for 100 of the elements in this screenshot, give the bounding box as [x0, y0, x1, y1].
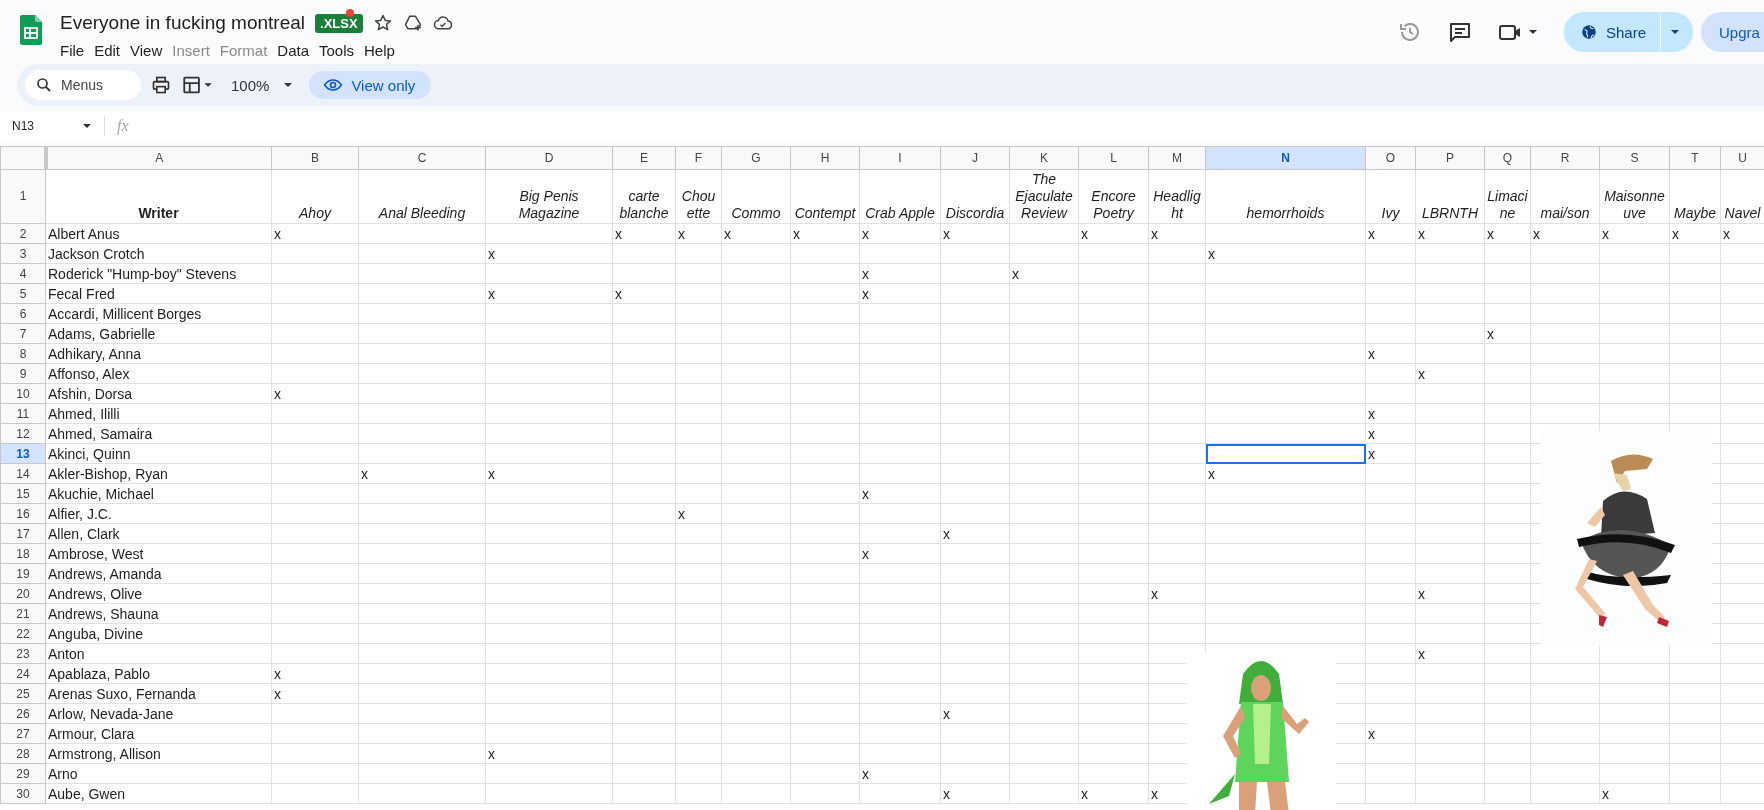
menu-item[interactable]: Help — [361, 42, 402, 59]
table-cell: Armour, Clara — [45, 723, 272, 744]
file-type-badge: .XLSX — [315, 13, 363, 33]
column-header[interactable]: P — [1415, 146, 1485, 170]
row-header[interactable]: 28 — [0, 743, 46, 764]
column-header[interactable]: L — [1078, 146, 1149, 170]
table-cell: x — [1415, 583, 1485, 604]
row-header[interactable]: 14 — [0, 463, 46, 484]
table-cell: Armstrong, Allison — [45, 743, 272, 764]
row-header[interactable]: 27 — [0, 723, 46, 744]
table-cell: x — [485, 743, 613, 764]
column-header[interactable]: T — [1669, 146, 1721, 170]
share-button[interactable]: Share — [1563, 12, 1661, 52]
menu-item[interactable]: Tools — [316, 42, 362, 59]
column-header[interactable]: A — [45, 146, 272, 170]
row-header[interactable]: 29 — [0, 763, 46, 784]
header-cell: Contempt — [790, 169, 860, 224]
row-header[interactable]: 10 — [0, 383, 46, 404]
print-icon[interactable] — [151, 75, 171, 95]
column-header[interactable]: F — [675, 146, 722, 170]
row-header[interactable]: 21 — [0, 603, 46, 624]
table-cell: Andrews, Shauna — [45, 603, 272, 624]
row-header[interactable]: 16 — [0, 503, 46, 524]
menu-item[interactable]: File — [57, 42, 92, 59]
history-icon[interactable] — [1397, 20, 1422, 44]
row-header[interactable]: 18 — [0, 543, 46, 564]
column-header[interactable]: Q — [1484, 146, 1531, 170]
row-header[interactable]: 5 — [0, 283, 46, 304]
column-header[interactable]: C — [358, 146, 486, 170]
cloud-icon[interactable] — [432, 13, 453, 33]
row-header[interactable]: 4 — [0, 263, 46, 284]
row-header[interactable]: 9 — [0, 363, 46, 384]
column-header[interactable]: R — [1530, 146, 1600, 170]
name-box[interactable]: N13 — [0, 116, 105, 136]
column-header[interactable]: H — [790, 146, 860, 170]
table-cell: x — [859, 223, 941, 244]
document-title[interactable]: Everyone in fucking montreal — [60, 12, 305, 34]
row-header[interactable]: 11 — [0, 403, 46, 424]
table-cell: x — [859, 263, 941, 284]
row-header[interactable]: 8 — [0, 343, 46, 364]
row-header[interactable]: 26 — [0, 703, 46, 724]
column-header[interactable]: J — [940, 146, 1010, 170]
row-header[interactable]: 7 — [0, 323, 46, 344]
row-header[interactable]: 30 — [0, 783, 46, 804]
caret-icon — [82, 121, 92, 131]
column-header[interactable]: K — [1009, 146, 1079, 170]
row-header[interactable]: 24 — [0, 663, 46, 684]
row-header[interactable]: 17 — [0, 523, 46, 544]
zoom-dropdown[interactable]: 100% — [225, 76, 300, 94]
column-header[interactable]: U — [1720, 146, 1764, 170]
row-header[interactable]: 13 — [0, 443, 46, 464]
row-header[interactable]: 23 — [0, 643, 46, 664]
column-header[interactable]: E — [612, 146, 676, 170]
row-header[interactable]: 6 — [0, 303, 46, 324]
upgrade-button[interactable]: Upgra — [1701, 12, 1764, 52]
row-header[interactable]: 19 — [0, 563, 46, 584]
table-cell: Anguba, Divine — [45, 623, 272, 644]
column-header[interactable]: I — [859, 146, 941, 170]
drive-add-icon[interactable] — [402, 13, 423, 33]
table-cell: Affonso, Alex — [45, 363, 272, 384]
table-cell: Accardi, Millicent Borges — [45, 303, 272, 324]
table-cell: x — [940, 223, 1010, 244]
table-cell: x — [271, 383, 359, 404]
row-header[interactable]: 22 — [0, 623, 46, 644]
view-only-button[interactable]: View only — [309, 71, 432, 99]
column-header[interactable]: D — [485, 146, 613, 170]
table-cell: x — [1365, 223, 1416, 244]
table-cell: Albert Anus — [45, 223, 272, 244]
comment-icon[interactable] — [1447, 20, 1472, 44]
column-header[interactable]: N — [1205, 146, 1366, 170]
search-menus-button[interactable]: Menus — [25, 70, 141, 100]
row-header[interactable]: 1 — [0, 169, 46, 224]
header-cell: Ivy — [1365, 169, 1416, 224]
menu-item[interactable]: Edit — [91, 42, 128, 59]
column-header[interactable]: S — [1599, 146, 1670, 170]
selected-cell[interactable] — [1205, 443, 1366, 464]
row-header[interactable]: 25 — [0, 683, 46, 704]
table-cell: Arlow, Nevada-Jane — [45, 703, 272, 724]
table-cell: x — [485, 243, 613, 264]
table-cell: Anton — [45, 643, 272, 664]
row-header[interactable]: 15 — [0, 483, 46, 504]
star-icon[interactable] — [372, 13, 393, 33]
row-header[interactable]: 12 — [0, 423, 46, 444]
table-cell: x — [271, 683, 359, 704]
column-header[interactable]: O — [1365, 146, 1416, 170]
row-header[interactable]: 3 — [0, 243, 46, 264]
table-cell: x — [1415, 223, 1485, 244]
row-header[interactable]: 2 — [0, 223, 46, 244]
table-cell: Andrews, Amanda — [45, 563, 272, 584]
row-header[interactable]: 20 — [0, 583, 46, 604]
table-cell: x — [1599, 223, 1670, 244]
menu-item[interactable]: View — [127, 42, 170, 59]
column-header[interactable]: M — [1148, 146, 1206, 170]
column-header[interactable]: B — [271, 146, 359, 170]
table-cell: x — [271, 663, 359, 684]
sheets-logo-icon[interactable] — [20, 15, 42, 45]
header-cell: Commo — [721, 169, 791, 224]
header-cell: Discordia — [940, 169, 1010, 224]
column-header[interactable]: G — [721, 146, 791, 170]
menu-item[interactable]: Data — [274, 42, 316, 59]
